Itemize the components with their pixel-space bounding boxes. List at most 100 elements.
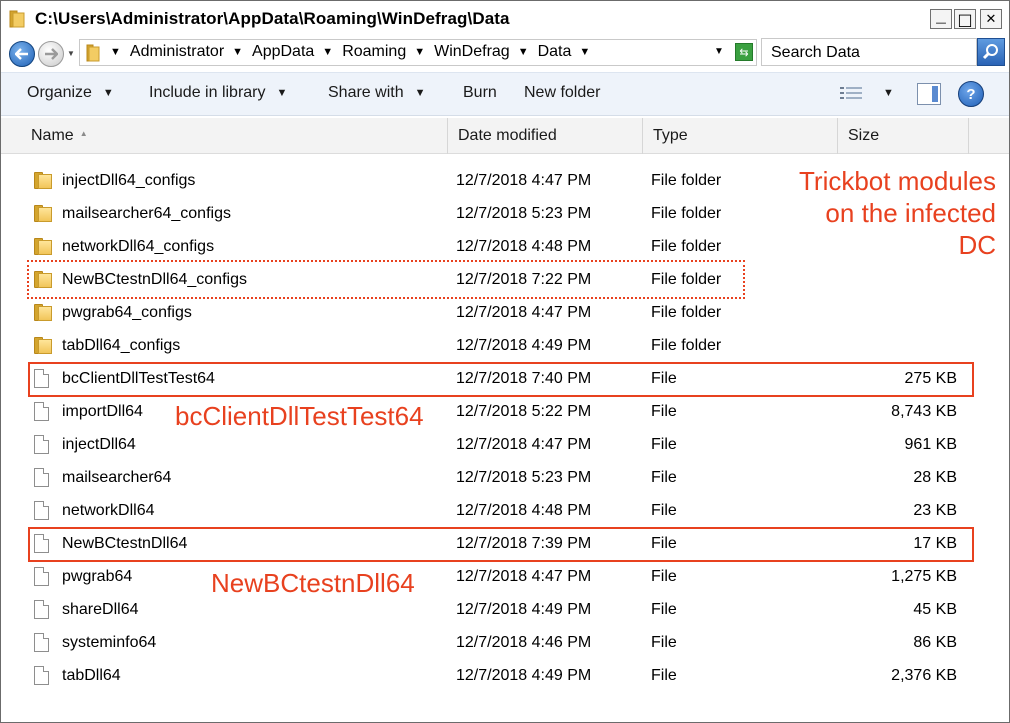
file-date-modified: 12/7/2018 4:48 PM [456, 502, 592, 519]
file-name: shareDll64 [62, 601, 139, 618]
forward-button[interactable] [38, 41, 64, 67]
file-date-modified: 12/7/2018 4:49 PM [456, 337, 592, 354]
breadcrumb-item[interactable]: AppData [252, 43, 314, 61]
file-type: File [651, 601, 677, 618]
file-date-modified: 12/7/2018 4:49 PM [456, 601, 592, 618]
annotation-heading: Trickbot modules on the infected DC [784, 165, 996, 261]
file-type: File [651, 568, 677, 585]
help-icon[interactable]: ? [958, 81, 984, 107]
search-button[interactable] [977, 38, 1005, 66]
file-name: pwgrab64 [62, 568, 133, 585]
chevron-right-icon[interactable]: ▼ [232, 46, 243, 58]
status-area [1, 701, 1009, 722]
file-row[interactable]: shareDll64 12/7/2018 4:49 PM File 45 KB [1, 593, 1009, 626]
file-name: mailsearcher64_configs [62, 205, 231, 222]
file-type: File folder [651, 337, 722, 354]
file-row[interactable]: importDll64 12/7/2018 5:22 PM File 8,743 KB [1, 395, 1009, 428]
folder-icon [34, 336, 53, 354]
file-size: 961 KB [904, 436, 957, 453]
column-header-name[interactable]: Name ▲ [21, 118, 448, 154]
folder-icon [34, 171, 53, 189]
close-button[interactable]: ✕ [980, 9, 1002, 29]
window-title: C:\Users\Administrator\AppData\Roaming\W… [35, 9, 510, 28]
view-options-icon[interactable] [839, 85, 863, 103]
file-row[interactable]: pwgrab64 12/7/2018 4:47 PM File 1,275 KB [1, 560, 1009, 593]
explorer-window: C:\Users\Administrator\AppData\Roaming\W… [0, 0, 1010, 723]
chevron-right-icon[interactable]: ▼ [110, 46, 121, 58]
annotation-heading-line: DC [958, 230, 996, 260]
highlight-box-newbc [28, 527, 974, 562]
chevron-down-icon: ▼ [414, 87, 426, 99]
burn-button[interactable]: Burn [463, 84, 497, 102]
new-folder-button[interactable]: New folder [524, 84, 600, 102]
maximize-icon: □ [957, 9, 973, 29]
breadcrumb-item[interactable]: WinDefrag [434, 43, 510, 61]
refresh-button[interactable]: ⇆ [735, 43, 753, 61]
preview-pane-icon[interactable] [917, 83, 941, 105]
breadcrumb-item[interactable]: Administrator [130, 43, 224, 61]
file-row[interactable]: systeminfo64 12/7/2018 4:46 PM File 86 KB [1, 626, 1009, 659]
column-header-size[interactable]: Size [838, 118, 969, 154]
file-size: 28 KB [913, 469, 957, 486]
chevron-right-icon[interactable]: ▼ [518, 46, 529, 58]
breadcrumb-item[interactable]: Data [538, 43, 572, 61]
search-input[interactable]: Search Data [761, 38, 977, 66]
file-name: mailsearcher64 [62, 469, 172, 486]
file-name: tabDll64 [62, 667, 121, 684]
minimize-button[interactable]: — [930, 9, 952, 29]
file-type: File [651, 469, 677, 486]
command-bar: Organize ▼ Include in library ▼ Share with… [1, 72, 1009, 116]
file-size: 8,743 KB [891, 403, 957, 420]
address-bar[interactable]: ▼ Administrator ▼ AppData ▼ Roaming ▼ Wi… [79, 39, 757, 66]
file-name: importDll64 [62, 403, 143, 420]
column-header-date-modified[interactable]: Date modified [448, 118, 643, 154]
share-with-button[interactable]: Share with ▼ [328, 84, 425, 102]
maximize-button[interactable]: □ [954, 9, 976, 29]
file-type: File folder [651, 172, 722, 189]
annotation-heading-line: Trickbot modules [799, 166, 996, 196]
organize-button[interactable]: Organize ▼ [27, 84, 114, 102]
file-row[interactable]: tabDll64_configs 12/7/2018 4:49 PM File fo… [1, 329, 1009, 362]
chevron-right-icon[interactable]: ▼ [579, 46, 590, 58]
file-icon [34, 435, 49, 454]
breadcrumb-item[interactable]: Roaming [342, 43, 406, 61]
file-type: File [651, 667, 677, 684]
file-date-modified: 12/7/2018 4:48 PM [456, 238, 592, 255]
file-size: 45 KB [913, 601, 957, 618]
back-button[interactable] [9, 41, 35, 67]
file-name: injectDll64_configs [62, 172, 196, 189]
file-type: File [651, 502, 677, 519]
include-in-library-button[interactable]: Include in library ▼ [149, 84, 287, 102]
file-row[interactable]: tabDll64 12/7/2018 4:49 PM File 2,376 KB [1, 659, 1009, 692]
address-history-chevron-icon[interactable]: ▼ [714, 46, 724, 57]
breadcrumb: ▼ Administrator ▼ AppData ▼ Roaming ▼ Wi… [110, 43, 599, 61]
chevron-right-icon[interactable]: ▼ [322, 46, 333, 58]
highlight-box-bcclient [28, 362, 974, 397]
chevron-down-icon[interactable]: ▼ [883, 87, 894, 99]
annotation-label-newbc: NewBCtestnDll64 [211, 568, 415, 598]
file-name: networkDll64 [62, 502, 155, 519]
file-name: pwgrab64_configs [62, 304, 192, 321]
annotation-label-bcclient: bcClientDllTestTest64 [175, 401, 424, 431]
file-icon [34, 402, 49, 421]
chevron-right-icon[interactable]: ▼ [414, 46, 425, 58]
folder-icon [9, 10, 25, 28]
search-icon [982, 44, 998, 60]
file-type: File folder [651, 238, 722, 255]
search-placeholder: Search Data [771, 44, 860, 61]
sort-ascending-icon: ▲ [79, 128, 88, 138]
file-row[interactable]: injectDll64 12/7/2018 4:47 PM File 961 KB [1, 428, 1009, 461]
file-icon [34, 633, 49, 652]
file-size: 1,275 KB [891, 568, 957, 585]
file-type: File [651, 436, 677, 453]
file-row[interactable]: networkDll64 12/7/2018 4:48 PM File 23 KB [1, 494, 1009, 527]
file-name: tabDll64_configs [62, 337, 181, 354]
file-row[interactable]: mailsearcher64 12/7/2018 5:23 PM File 28 KB [1, 461, 1009, 494]
column-header-type[interactable]: Type [643, 118, 838, 154]
title-bar[interactable]: C:\Users\Administrator\AppData\Roaming\W… [1, 1, 1009, 37]
file-row[interactable]: pwgrab64_configs 12/7/2018 4:47 PM File fo… [1, 296, 1009, 329]
highlight-dotted-box [27, 260, 745, 299]
recent-pages-chevron-icon[interactable]: ▼ [67, 49, 75, 58]
file-size: 2,376 KB [891, 667, 957, 684]
refresh-icon: ⇆ [739, 46, 749, 59]
